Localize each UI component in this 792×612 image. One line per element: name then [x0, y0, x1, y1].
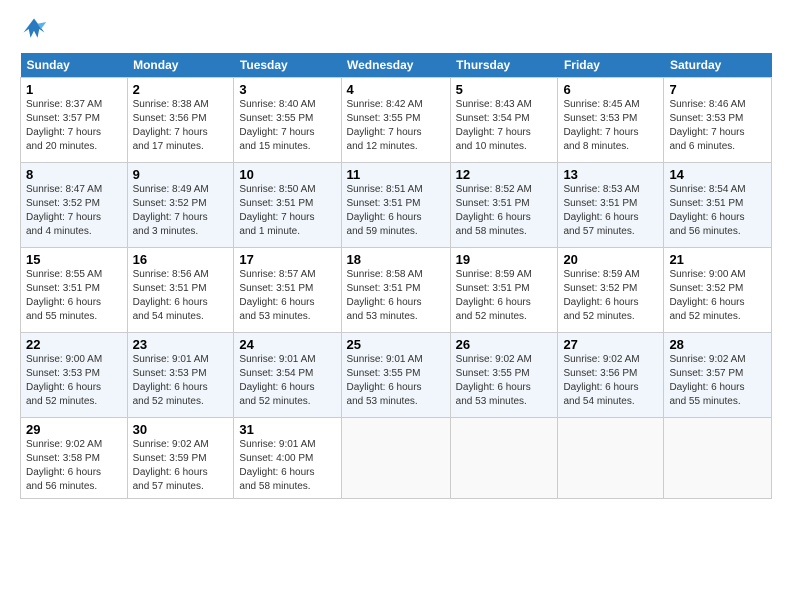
table-row: 27Sunrise: 9:02 AMSunset: 3:56 PMDayligh… — [558, 333, 664, 418]
table-row: 16Sunrise: 8:56 AMSunset: 3:51 PMDayligh… — [127, 248, 234, 333]
table-row: 31Sunrise: 9:01 AMSunset: 4:00 PMDayligh… — [234, 418, 341, 499]
header-row: Sunday Monday Tuesday Wednesday Thursday… — [21, 53, 772, 78]
table-row: 22Sunrise: 9:00 AMSunset: 3:53 PMDayligh… — [21, 333, 128, 418]
calendar-week-row: 8Sunrise: 8:47 AMSunset: 3:52 PMDaylight… — [21, 163, 772, 248]
table-row: 19Sunrise: 8:59 AMSunset: 3:51 PMDayligh… — [450, 248, 558, 333]
table-row: 11Sunrise: 8:51 AMSunset: 3:51 PMDayligh… — [341, 163, 450, 248]
table-row: 23Sunrise: 9:01 AMSunset: 3:53 PMDayligh… — [127, 333, 234, 418]
table-row: 12Sunrise: 8:52 AMSunset: 3:51 PMDayligh… — [450, 163, 558, 248]
table-row: 7Sunrise: 8:46 AMSunset: 3:53 PMDaylight… — [664, 78, 772, 163]
table-row: 24Sunrise: 9:01 AMSunset: 3:54 PMDayligh… — [234, 333, 341, 418]
empty-cell — [558, 418, 664, 499]
col-sunday: Sunday — [21, 53, 128, 78]
logo — [20, 15, 52, 43]
table-row: 13Sunrise: 8:53 AMSunset: 3:51 PMDayligh… — [558, 163, 664, 248]
calendar-table: Sunday Monday Tuesday Wednesday Thursday… — [20, 53, 772, 499]
table-row: 20Sunrise: 8:59 AMSunset: 3:52 PMDayligh… — [558, 248, 664, 333]
table-row: 29Sunrise: 9:02 AMSunset: 3:58 PMDayligh… — [21, 418, 128, 499]
table-row: 3Sunrise: 8:40 AMSunset: 3:55 PMDaylight… — [234, 78, 341, 163]
col-thursday: Thursday — [450, 53, 558, 78]
calendar-week-row: 29Sunrise: 9:02 AMSunset: 3:58 PMDayligh… — [21, 418, 772, 499]
empty-cell — [341, 418, 450, 499]
table-row: 5Sunrise: 8:43 AMSunset: 3:54 PMDaylight… — [450, 78, 558, 163]
col-monday: Monday — [127, 53, 234, 78]
table-row: 8Sunrise: 8:47 AMSunset: 3:52 PMDaylight… — [21, 163, 128, 248]
empty-cell — [664, 418, 772, 499]
empty-cell — [450, 418, 558, 499]
table-row: 10Sunrise: 8:50 AMSunset: 3:51 PMDayligh… — [234, 163, 341, 248]
col-saturday: Saturday — [664, 53, 772, 78]
table-row: 14Sunrise: 8:54 AMSunset: 3:51 PMDayligh… — [664, 163, 772, 248]
table-row: 9Sunrise: 8:49 AMSunset: 3:52 PMDaylight… — [127, 163, 234, 248]
table-row: 6Sunrise: 8:45 AMSunset: 3:53 PMDaylight… — [558, 78, 664, 163]
table-row: 4Sunrise: 8:42 AMSunset: 3:55 PMDaylight… — [341, 78, 450, 163]
table-row: 2Sunrise: 8:38 AMSunset: 3:56 PMDaylight… — [127, 78, 234, 163]
calendar-week-row: 15Sunrise: 8:55 AMSunset: 3:51 PMDayligh… — [21, 248, 772, 333]
table-row: 17Sunrise: 8:57 AMSunset: 3:51 PMDayligh… — [234, 248, 341, 333]
table-row: 15Sunrise: 8:55 AMSunset: 3:51 PMDayligh… — [21, 248, 128, 333]
table-row: 1Sunrise: 8:37 AMSunset: 3:57 PMDaylight… — [21, 78, 128, 163]
col-tuesday: Tuesday — [234, 53, 341, 78]
table-row: 28Sunrise: 9:02 AMSunset: 3:57 PMDayligh… — [664, 333, 772, 418]
calendar-week-row: 22Sunrise: 9:00 AMSunset: 3:53 PMDayligh… — [21, 333, 772, 418]
page: Sunday Monday Tuesday Wednesday Thursday… — [0, 0, 792, 514]
col-wednesday: Wednesday — [341, 53, 450, 78]
table-row: 30Sunrise: 9:02 AMSunset: 3:59 PMDayligh… — [127, 418, 234, 499]
table-row: 18Sunrise: 8:58 AMSunset: 3:51 PMDayligh… — [341, 248, 450, 333]
table-row: 21Sunrise: 9:00 AMSunset: 3:52 PMDayligh… — [664, 248, 772, 333]
header — [20, 15, 772, 43]
logo-icon — [20, 15, 48, 43]
calendar-week-row: 1Sunrise: 8:37 AMSunset: 3:57 PMDaylight… — [21, 78, 772, 163]
table-row: 25Sunrise: 9:01 AMSunset: 3:55 PMDayligh… — [341, 333, 450, 418]
table-row: 26Sunrise: 9:02 AMSunset: 3:55 PMDayligh… — [450, 333, 558, 418]
col-friday: Friday — [558, 53, 664, 78]
